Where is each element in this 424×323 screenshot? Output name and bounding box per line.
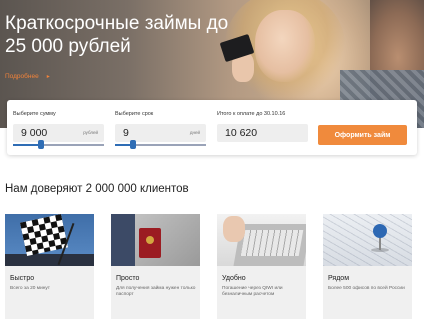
feature-title: Быстро [10, 275, 35, 282]
amount-unit: рублей [83, 130, 98, 135]
term-value: 9 [123, 127, 129, 139]
term-field[interactable]: 9 дней [115, 124, 206, 142]
submit-loan-button[interactable]: Оформить займ [318, 125, 407, 145]
feature-card-convenient[interactable]: Удобно Погашение через QIWI или безналич… [217, 214, 306, 319]
amount-slider[interactable] [13, 140, 104, 149]
map-pin-icon [323, 214, 412, 266]
trust-heading: Нам доверяют 2 000 000 клиентов [5, 183, 189, 195]
feature-desc: Более 500 офисов по всей России [328, 286, 405, 291]
more-link[interactable]: Подробнее ▸ [5, 73, 50, 80]
loan-calculator: Выберите сумму 9 000 рублей Выберите сро… [7, 100, 417, 155]
term-slider[interactable] [115, 140, 206, 149]
feature-desc: Погашение через QIWI или безналичным рас… [222, 286, 283, 297]
amount-slider-handle[interactable] [38, 140, 45, 149]
feature-title: Просто [116, 275, 140, 282]
checkered-flag-icon [5, 214, 94, 266]
total-value: 10 620 [225, 127, 258, 139]
amount-field[interactable]: 9 000 рублей [13, 124, 104, 142]
total-field: 10 620 [217, 124, 308, 142]
feature-card-nearby[interactable]: Рядом Более 500 офисов по всей России [323, 214, 412, 319]
feature-card-fast[interactable]: Быстро Всего за 20 минут [5, 214, 94, 319]
amount-label: Выберите сумму [13, 111, 56, 117]
amount-value: 9 000 [21, 127, 48, 139]
hero-title: Краткосрочные займы до 25 000 рублей [5, 13, 229, 57]
total-label: Итого к оплате до 30.10.16 [217, 111, 286, 117]
term-label: Выберите срок [115, 111, 154, 117]
term-slider-handle[interactable] [130, 140, 137, 149]
laptop-icon [217, 214, 306, 266]
term-unit: дней [189, 130, 200, 135]
arrow-right-icon: ▸ [46, 74, 50, 80]
more-link-label[interactable]: Подробнее [5, 73, 39, 80]
feature-desc: Для получения займа нужен только паспорт [116, 286, 196, 297]
feature-title: Рядом [328, 275, 350, 282]
feature-title: Удобно [222, 275, 246, 282]
passport-icon [111, 214, 200, 266]
feature-card-simple[interactable]: Просто Для получения займа нужен только … [111, 214, 200, 319]
feature-desc: Всего за 20 минут [10, 286, 51, 291]
